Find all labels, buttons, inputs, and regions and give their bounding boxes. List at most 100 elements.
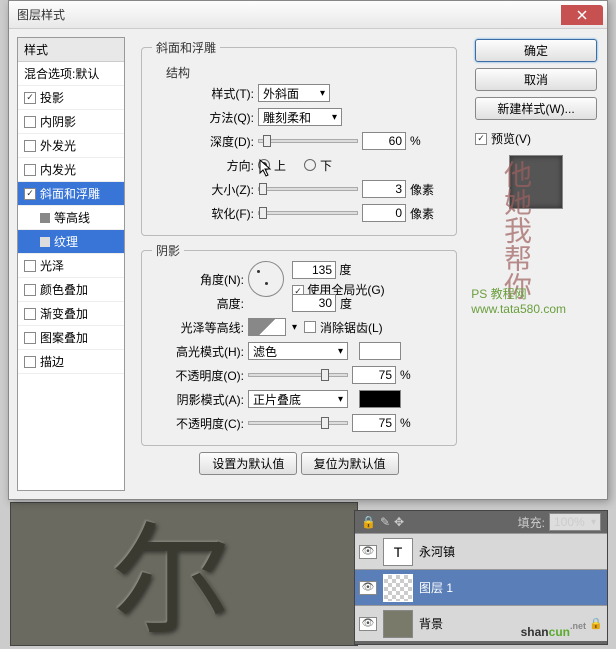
preview-checkbox[interactable] — [475, 133, 487, 145]
reset-default-button[interactable]: 复位为默认值 — [301, 452, 399, 475]
sidebar-item-contour[interactable]: 等高线 — [18, 206, 124, 230]
size-label: 大小(Z): — [162, 181, 254, 198]
sidebar-item-innerglow[interactable]: 内发光 — [18, 158, 124, 182]
checkbox-icon[interactable] — [24, 92, 36, 104]
structure-title: 结构 — [162, 64, 194, 81]
shadow-color-swatch[interactable] — [359, 390, 401, 408]
checkbox-icon[interactable] — [24, 356, 36, 368]
sidebar-blend-options[interactable]: 混合选项:默认 — [18, 62, 124, 86]
checkbox-icon[interactable] — [24, 116, 36, 128]
angle-dial[interactable] — [248, 261, 284, 297]
shadow-opacity-slider[interactable] — [248, 421, 348, 425]
sidebar-item-stroke[interactable]: 描边 — [18, 350, 124, 374]
watermark-url: PS 教程网 www.tata580.com — [471, 285, 566, 316]
angle-input[interactable] — [292, 261, 336, 279]
sidebar-header: 样式 — [18, 38, 124, 62]
brush-icon[interactable]: ✎ — [380, 515, 390, 529]
checkbox-icon[interactable] — [24, 260, 36, 272]
altitude-input[interactable] — [292, 294, 336, 312]
technique-label: 方法(Q): — [162, 109, 254, 126]
soften-input[interactable] — [362, 204, 406, 222]
new-style-button[interactable]: 新建样式(W)... — [475, 97, 597, 120]
type-thumb: T — [383, 538, 413, 566]
layer-name[interactable]: 永河镇 — [419, 543, 455, 560]
checkbox-icon[interactable] — [24, 308, 36, 320]
make-default-button[interactable]: 设置为默认值 — [199, 452, 297, 475]
visibility-icon[interactable]: 👁 — [359, 617, 377, 631]
layers-toolbar: 🔒 ✎ ✥ 填充: 100% — [355, 511, 607, 533]
highlight-opacity-label: 不透明度(O): — [152, 367, 244, 384]
sidebar-item-gradientoverlay[interactable]: 渐变叠加 — [18, 302, 124, 326]
sidebar-item-satin[interactable]: 光泽 — [18, 254, 124, 278]
highlight-mode-label: 高光模式(H): — [152, 343, 244, 360]
sidebar-item-dropshadow[interactable]: 投影 — [18, 86, 124, 110]
layer-thumb — [383, 610, 413, 638]
layer-name[interactable]: 背景 — [419, 615, 443, 632]
structure-group: 结构 样式(T):外斜面 方法(Q):雕刻柔和 深度(D):% 方向:上 下 大… — [152, 64, 446, 225]
technique-select[interactable]: 雕刻柔和 — [258, 108, 342, 126]
checkbox-icon[interactable] — [24, 164, 36, 176]
highlight-opacity-input[interactable] — [352, 366, 396, 384]
checkbox-icon[interactable] — [24, 284, 36, 296]
site-logo: shancun.net — [521, 620, 586, 641]
soften-label: 软化(F): — [162, 205, 254, 222]
dialog-title: 图层样式 — [17, 6, 561, 23]
lock-icon[interactable]: 🔒 — [361, 515, 376, 529]
checkbox-icon[interactable] — [24, 332, 36, 344]
lock-icon: 🔒 — [589, 617, 603, 630]
size-input[interactable] — [362, 180, 406, 198]
layer-name[interactable]: 图层 1 — [419, 579, 453, 596]
style-select[interactable]: 外斜面 — [258, 84, 330, 102]
bevel-fieldset: 斜面和浮雕 结构 样式(T):外斜面 方法(Q):雕刻柔和 深度(D):% 方向… — [141, 39, 457, 236]
highlight-mode-select[interactable]: 滤色 — [248, 342, 348, 360]
depth-input[interactable] — [362, 132, 406, 150]
shadow-mode-select[interactable]: 正片叠底 — [248, 390, 348, 408]
engraved-glyph: 尔 — [111, 502, 231, 646]
sidebar-item-innershadow[interactable]: 内阴影 — [18, 110, 124, 134]
antialias-checkbox[interactable] — [304, 321, 316, 333]
altitude-label: 高度: — [152, 295, 244, 312]
canvas-preview: 尔 — [10, 502, 358, 646]
highlight-opacity-slider[interactable] — [248, 373, 348, 377]
close-icon — [577, 10, 587, 20]
move-icon[interactable]: ✥ — [394, 515, 404, 529]
visibility-icon[interactable]: 👁 — [359, 545, 377, 559]
soften-slider[interactable] — [258, 211, 358, 215]
close-button[interactable] — [561, 5, 603, 25]
shadow-opacity-input[interactable] — [352, 414, 396, 432]
fill-select[interactable]: 100% — [549, 513, 601, 531]
layer-thumb — [383, 574, 413, 602]
bevel-title: 斜面和浮雕 — [152, 39, 220, 56]
checkbox-icon[interactable] — [24, 188, 36, 200]
checkbox-icon[interactable] — [24, 140, 36, 152]
dialog-right-pane: 确定 取消 新建样式(W)... 预览(V) — [473, 37, 599, 491]
sidebar-item-patternoverlay[interactable]: 图案叠加 — [18, 326, 124, 350]
sidebar-item-texture[interactable]: 纹理 — [18, 230, 124, 254]
sidebar-item-outerglow[interactable]: 外发光 — [18, 134, 124, 158]
preview-swatch — [509, 155, 563, 209]
sidebar-item-coloroverlay[interactable]: 颜色叠加 — [18, 278, 124, 302]
cancel-button[interactable]: 取消 — [475, 68, 597, 91]
direction-down-radio[interactable] — [304, 159, 316, 171]
settings-panel: 斜面和浮雕 结构 样式(T):外斜面 方法(Q):雕刻柔和 深度(D):% 方向… — [133, 37, 465, 491]
size-slider[interactable] — [258, 187, 358, 191]
shadow-opacity-label: 不透明度(C): — [152, 415, 244, 432]
styles-sidebar: 样式 混合选项:默认 投影 内阴影 外发光 内发光 斜面和浮雕 等高线 纹理 光… — [17, 37, 125, 491]
depth-slider[interactable] — [258, 139, 358, 143]
shading-fieldset: 阴影 角度(N): 度 使用全局光(G) 高度: 度 光泽等高线: 消除锯齿(L… — [141, 242, 457, 446]
layer-style-dialog: 图层样式 样式 混合选项:默认 投影 内阴影 外发光 内发光 斜面和浮雕 等高线… — [8, 0, 608, 500]
style-label: 样式(T): — [162, 85, 254, 102]
square-icon — [40, 213, 50, 223]
sidebar-item-bevel[interactable]: 斜面和浮雕 — [18, 182, 124, 206]
direction-up-radio[interactable] — [258, 159, 270, 171]
direction-label: 方向: — [162, 157, 254, 174]
ok-button[interactable]: 确定 — [475, 39, 597, 62]
highlight-color-swatch[interactable] — [359, 342, 401, 360]
gloss-contour-picker[interactable] — [248, 318, 286, 336]
square-icon — [40, 237, 50, 247]
layer-row[interactable]: 👁 图层 1 — [355, 569, 607, 605]
layer-row[interactable]: 👁 T 永河镇 — [355, 533, 607, 569]
visibility-icon[interactable]: 👁 — [359, 581, 377, 595]
titlebar[interactable]: 图层样式 — [9, 1, 607, 29]
depth-label: 深度(D): — [162, 133, 254, 150]
